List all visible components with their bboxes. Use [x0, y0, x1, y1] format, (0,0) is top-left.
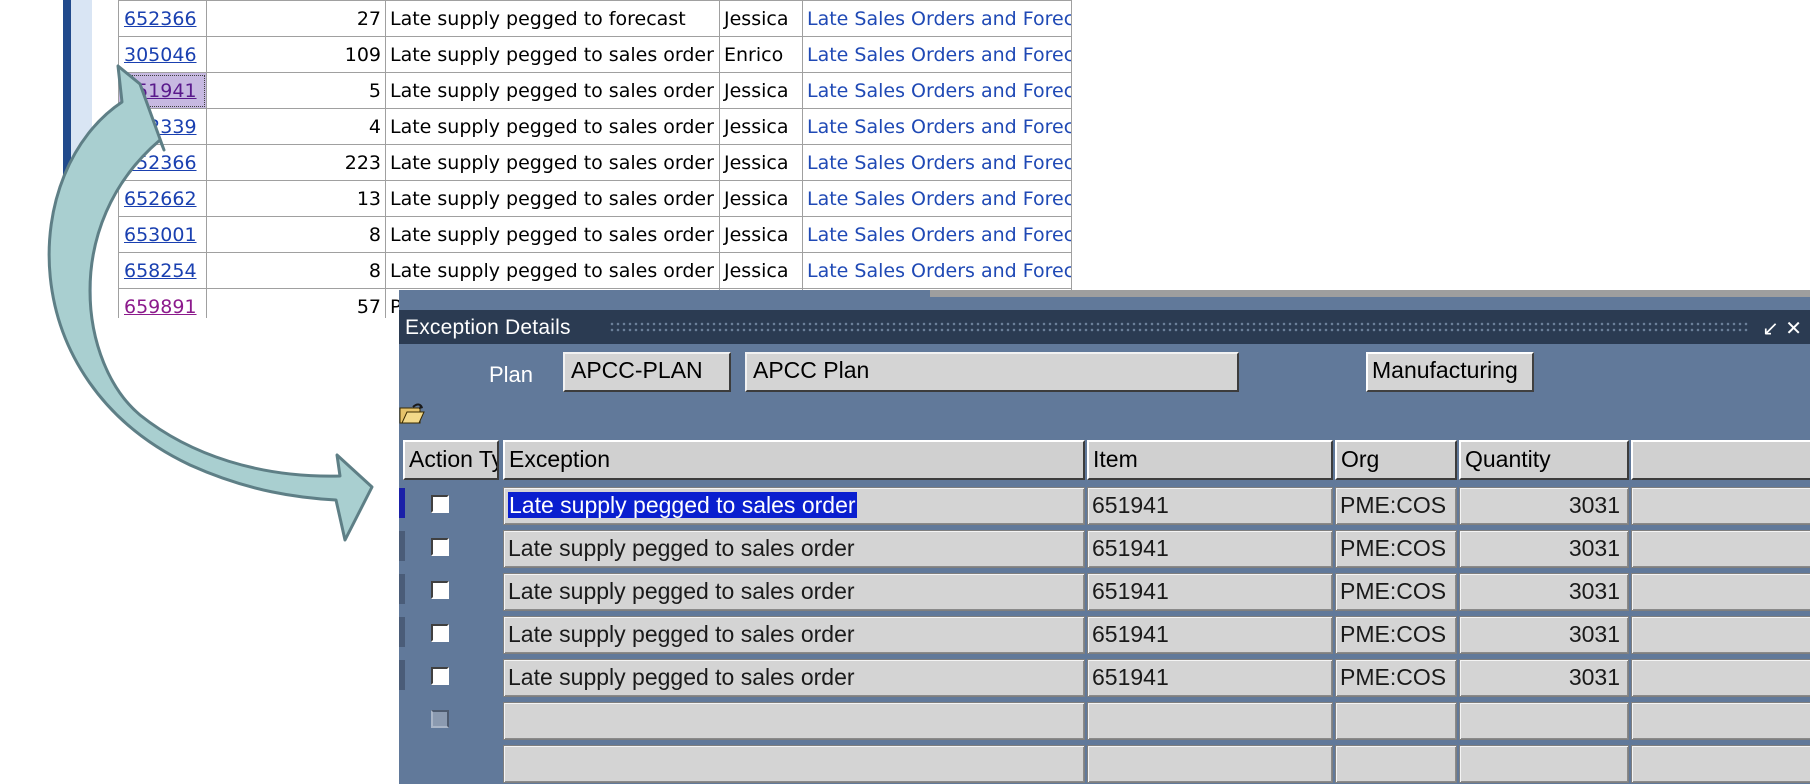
org-field[interactable]: PME:COS — [1335, 487, 1457, 525]
plan-name-field[interactable]: APCC Plan — [745, 352, 1239, 392]
exception-cell: Late supply pegged to sales order — [385, 252, 720, 289]
extra-field-empty[interactable] — [1631, 745, 1810, 783]
item-field[interactable]: 651941 — [1087, 573, 1333, 611]
exception-cell: Late supply pegged to sales order — [385, 36, 720, 73]
exception-cell: Late supply pegged to sales order — [385, 72, 720, 109]
window-controls-icon[interactable]: ↙ ✕ — [1762, 316, 1802, 340]
action-checkbox[interactable] — [431, 667, 449, 685]
quantity-field-empty[interactable] — [1459, 702, 1629, 740]
org-field[interactable]: PME:COS — [1335, 659, 1457, 697]
planner-cell: Jessica — [719, 108, 803, 145]
org-field-empty[interactable] — [1335, 702, 1457, 740]
action-checkbox-disabled — [431, 710, 449, 728]
column-header-quantity[interactable]: Quantity — [1459, 440, 1629, 480]
record-indicator — [399, 574, 405, 604]
item-field[interactable]: 651941 — [1087, 530, 1333, 568]
action-checkbox[interactable] — [431, 624, 449, 642]
exception-cell: Late supply pegged to sales order — [385, 180, 720, 217]
extra-field[interactable] — [1631, 659, 1810, 697]
titlebar-grip — [609, 321, 1750, 333]
report-link[interactable]: Late Sales Orders and Forecasts — [802, 108, 1072, 145]
org-field[interactable]: PME:COS — [1335, 530, 1457, 568]
selected-text: Late supply pegged to sales order — [508, 492, 857, 518]
record-indicator — [399, 531, 405, 561]
report-link[interactable]: Late Sales Orders and Forecasts — [802, 72, 1072, 109]
planner-cell: Enrico — [719, 36, 803, 73]
action-checkbox[interactable] — [431, 495, 449, 513]
exception-details-window: Exception Details ↙ ✕ Plan APCC-PLAN APC… — [399, 290, 1810, 784]
planner-cell: Jessica — [719, 0, 803, 37]
window-titlebar[interactable]: Exception Details ↙ ✕ — [399, 310, 1810, 344]
report-link[interactable]: Late Sales Orders and Forecasts — [802, 180, 1072, 217]
exception-cell: Late supply pegged to forecast — [385, 0, 720, 37]
record-indicator — [399, 660, 405, 690]
column-header-exception[interactable]: Exception — [503, 440, 1085, 480]
window-title: Exception Details — [405, 316, 571, 339]
item-field-empty[interactable] — [1087, 745, 1333, 783]
exception-cell: Late supply pegged to sales order — [385, 108, 720, 145]
exception-field[interactable]: Late supply pegged to sales order — [503, 530, 1085, 568]
extra-field[interactable] — [1631, 530, 1810, 568]
report-link[interactable]: Late Sales Orders and Forecasts — [802, 252, 1072, 289]
quantity-field[interactable]: 3031 — [1459, 487, 1629, 525]
extra-field[interactable] — [1631, 573, 1810, 611]
extra-field[interactable] — [1631, 616, 1810, 654]
column-header-more[interactable] — [1631, 440, 1810, 480]
item-field-empty[interactable] — [1087, 702, 1333, 740]
column-header-org[interactable]: Org — [1335, 440, 1457, 480]
planner-cell: Jessica — [719, 72, 803, 109]
exception-field-empty[interactable] — [503, 702, 1085, 740]
exception-field[interactable]: Late supply pegged to sales order — [503, 487, 1085, 525]
exception-field-empty[interactable] — [503, 745, 1085, 783]
exception-field[interactable]: Late supply pegged to sales order — [503, 659, 1085, 697]
record-indicator — [399, 617, 405, 647]
exception-field[interactable]: Late supply pegged to sales order — [503, 573, 1085, 611]
planner-cell: Jessica — [719, 216, 803, 253]
exception-field[interactable]: Late supply pegged to sales order — [503, 616, 1085, 654]
quantity-field[interactable]: 3031 — [1459, 530, 1629, 568]
org-field[interactable]: PME:COS — [1335, 616, 1457, 654]
action-checkbox[interactable] — [431, 581, 449, 599]
curved-arrow-icon — [47, 64, 374, 542]
org-field[interactable]: PME:COS — [1335, 573, 1457, 611]
planner-cell: Jessica — [719, 180, 803, 217]
plan-label: Plan — [489, 362, 534, 387]
plan-code-field[interactable]: APCC-PLAN — [563, 352, 731, 392]
quantity-field-empty[interactable] — [1459, 745, 1629, 783]
item-field[interactable]: 651941 — [1087, 487, 1333, 525]
planner-cell: Jessica — [719, 252, 803, 289]
planner-cell: Jessica — [719, 144, 803, 181]
current-record-indicator — [399, 488, 405, 518]
folder-open-icon[interactable] — [399, 402, 425, 426]
exception-cell: Late supply pegged to sales order — [385, 216, 720, 253]
item-field[interactable]: 651941 — [1087, 659, 1333, 697]
exception-cell: Late supply pegged to sales order — [385, 144, 720, 181]
column-header-item[interactable]: Item — [1087, 440, 1333, 480]
extra-field-empty[interactable] — [1631, 702, 1810, 740]
extra-field[interactable] — [1631, 487, 1810, 525]
report-link[interactable]: Late Sales Orders and Forecasts — [802, 144, 1072, 181]
report-link[interactable]: Late Sales Orders and Forecasts — [802, 36, 1072, 73]
report-link[interactable]: Late Sales Orders and Forecasts — [802, 216, 1072, 253]
quantity-field[interactable]: 3031 — [1459, 616, 1629, 654]
org-field-empty[interactable] — [1335, 745, 1457, 783]
quantity-field[interactable]: 3031 — [1459, 573, 1629, 611]
report-link[interactable]: Late Sales Orders and Forecasts — [802, 0, 1072, 37]
item-field[interactable]: 651941 — [1087, 616, 1333, 654]
action-checkbox[interactable] — [431, 538, 449, 556]
window-top-strip — [930, 290, 1810, 297]
column-header-action-type[interactable]: Action Type — [403, 440, 499, 480]
quantity-field[interactable]: 3031 — [1459, 659, 1629, 697]
manufacturing-button[interactable]: Manufacturing — [1366, 352, 1534, 392]
